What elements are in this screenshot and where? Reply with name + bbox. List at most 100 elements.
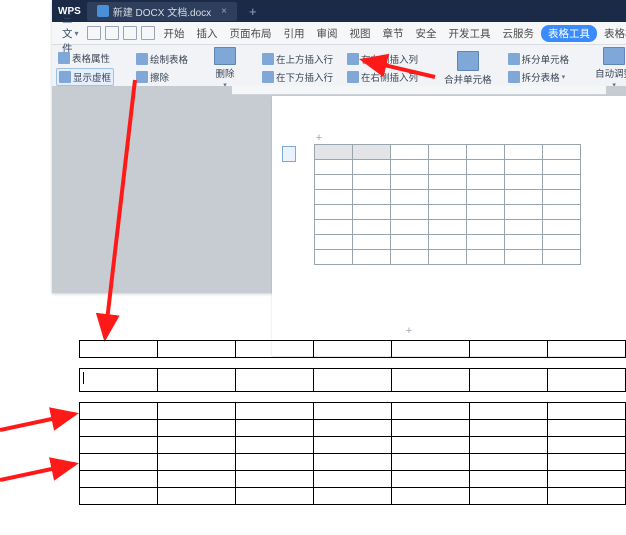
table-cell bbox=[392, 369, 470, 392]
table-cell[interactable] bbox=[467, 250, 505, 265]
split-cells-button[interactable]: 拆分单元格 bbox=[506, 51, 572, 67]
new-tab-button[interactable]: + bbox=[243, 4, 263, 19]
table-cell[interactable] bbox=[505, 235, 543, 250]
table-cell bbox=[236, 437, 314, 454]
table-cell[interactable] bbox=[353, 175, 391, 190]
table-cell[interactable] bbox=[315, 175, 353, 190]
table-cell[interactable] bbox=[467, 175, 505, 190]
menu-table-style[interactable]: 表格样式 bbox=[599, 26, 626, 41]
table-cell[interactable] bbox=[543, 250, 581, 265]
table-cell[interactable] bbox=[429, 235, 467, 250]
table-cell[interactable] bbox=[505, 145, 543, 160]
document-tab[interactable]: 新建 DOCX 文档.docx × bbox=[87, 2, 237, 21]
insert-col-right-button[interactable]: 在右侧插入列 bbox=[345, 69, 420, 85]
table-cell[interactable] bbox=[391, 235, 429, 250]
table-cell[interactable] bbox=[391, 175, 429, 190]
table-cell[interactable] bbox=[391, 205, 429, 220]
table-cell[interactable] bbox=[505, 160, 543, 175]
table-move-handle-icon[interactable] bbox=[282, 146, 296, 162]
table-cell[interactable] bbox=[353, 250, 391, 265]
menu-references[interactable]: 引用 bbox=[279, 26, 310, 41]
table-cell[interactable] bbox=[429, 190, 467, 205]
table-cell[interactable] bbox=[543, 220, 581, 235]
table-cell[interactable] bbox=[315, 250, 353, 265]
table-cell[interactable] bbox=[353, 220, 391, 235]
insert-row-above-button[interactable]: 在上方插入行 bbox=[260, 51, 335, 67]
table-cell[interactable] bbox=[467, 235, 505, 250]
table-cell[interactable] bbox=[429, 145, 467, 160]
table-cell[interactable] bbox=[315, 235, 353, 250]
qat-redo-icon[interactable] bbox=[141, 26, 155, 40]
table-cell[interactable] bbox=[543, 175, 581, 190]
merge-cells-icon bbox=[457, 51, 479, 71]
table-cell[interactable] bbox=[429, 250, 467, 265]
menu-review[interactable]: 审阅 bbox=[312, 26, 343, 41]
table-cell[interactable] bbox=[315, 145, 353, 160]
table-cell[interactable] bbox=[391, 250, 429, 265]
menu-cloud[interactable]: 云服务 bbox=[498, 26, 540, 41]
table-cell[interactable] bbox=[505, 205, 543, 220]
table-cell[interactable] bbox=[353, 205, 391, 220]
table-cell[interactable] bbox=[467, 160, 505, 175]
menu-security[interactable]: 安全 bbox=[411, 26, 442, 41]
table-cell[interactable] bbox=[391, 220, 429, 235]
table-cell[interactable] bbox=[315, 190, 353, 205]
table-cell[interactable] bbox=[505, 220, 543, 235]
close-tab-icon[interactable]: × bbox=[221, 6, 227, 17]
table-cell[interactable] bbox=[315, 205, 353, 220]
table-cell[interactable] bbox=[543, 190, 581, 205]
menu-page-layout[interactable]: 页面布局 bbox=[225, 26, 277, 41]
qat-undo-icon[interactable] bbox=[123, 26, 137, 40]
qat-save-icon[interactable] bbox=[87, 26, 101, 40]
menu-sections[interactable]: 章节 bbox=[378, 26, 409, 41]
delete-button[interactable]: 删除▾ bbox=[210, 47, 240, 89]
table-cell bbox=[158, 454, 236, 471]
table-cell[interactable] bbox=[353, 235, 391, 250]
table-cell[interactable] bbox=[429, 220, 467, 235]
draw-table-button[interactable]: 绘制表格 bbox=[134, 51, 190, 67]
table-cell[interactable] bbox=[543, 205, 581, 220]
insert-row-below-button[interactable]: 在下方插入行 bbox=[260, 69, 335, 85]
table-cell bbox=[548, 437, 626, 454]
table-cell bbox=[158, 471, 236, 488]
table-cell[interactable] bbox=[543, 145, 581, 160]
table-properties-button[interactable]: 表格属性 bbox=[56, 50, 114, 66]
menu-insert[interactable]: 插入 bbox=[192, 26, 223, 41]
table-cell[interactable] bbox=[429, 175, 467, 190]
insert-col-left-button[interactable]: 在左侧插入列 bbox=[345, 51, 420, 67]
table-cell[interactable] bbox=[543, 160, 581, 175]
autofit-button[interactable]: 自动调整▾ bbox=[591, 47, 626, 89]
split-table-button[interactable]: 拆分表格▾ bbox=[506, 69, 572, 85]
menu-start[interactable]: 开始 bbox=[159, 26, 190, 41]
table-cell[interactable] bbox=[391, 145, 429, 160]
menu-view[interactable]: 视图 bbox=[345, 26, 376, 41]
table-cell[interactable] bbox=[429, 160, 467, 175]
table-cell[interactable] bbox=[353, 190, 391, 205]
table-cell[interactable] bbox=[467, 145, 505, 160]
merge-cells-button[interactable]: 合并单元格 bbox=[440, 47, 496, 89]
table-cell[interactable] bbox=[467, 205, 505, 220]
page[interactable]: + + + bbox=[272, 96, 626, 356]
eraser-button[interactable]: 擦除 bbox=[134, 69, 190, 85]
menu-dev-tools[interactable]: 开发工具 bbox=[444, 26, 496, 41]
table-cell[interactable] bbox=[467, 190, 505, 205]
table-cell[interactable] bbox=[353, 145, 391, 160]
qat-print-icon[interactable] bbox=[105, 26, 119, 40]
cursor-cell bbox=[80, 369, 158, 392]
table-cell[interactable] bbox=[353, 160, 391, 175]
table-add-handle-bottom[interactable]: + bbox=[402, 324, 416, 338]
menu-table-tools[interactable]: 表格工具 bbox=[541, 25, 597, 42]
table-cell[interactable] bbox=[505, 175, 543, 190]
table-cell[interactable] bbox=[315, 220, 353, 235]
table-cell[interactable] bbox=[467, 220, 505, 235]
document-table[interactable] bbox=[314, 144, 581, 265]
show-gridlines-button[interactable]: 显示虚框 bbox=[56, 68, 114, 86]
table-cell[interactable] bbox=[505, 250, 543, 265]
table-cell[interactable] bbox=[391, 160, 429, 175]
table-cell[interactable] bbox=[543, 235, 581, 250]
table-add-handle-top[interactable]: + bbox=[312, 131, 326, 145]
table-cell[interactable] bbox=[391, 190, 429, 205]
table-cell[interactable] bbox=[505, 190, 543, 205]
table-cell[interactable] bbox=[315, 160, 353, 175]
table-cell[interactable] bbox=[429, 205, 467, 220]
